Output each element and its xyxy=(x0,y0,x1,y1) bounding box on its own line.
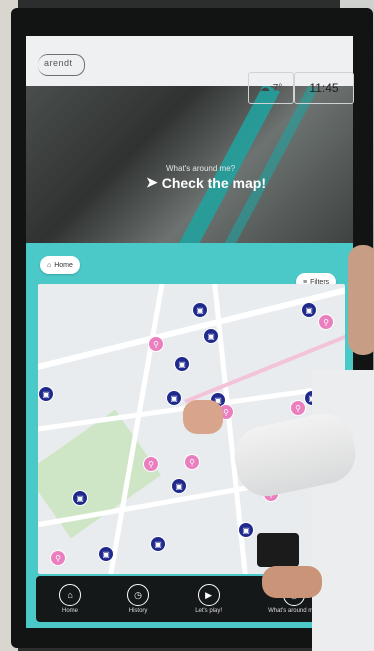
home-icon: ⌂ xyxy=(47,261,52,269)
map-marker-bus[interactable]: ▣ xyxy=(38,386,54,402)
holding-hand xyxy=(262,566,322,598)
cloud-icon: ☁ xyxy=(259,82,270,94)
nav-history[interactable]: ◷ History xyxy=(127,584,150,614)
history-icon: ◷ xyxy=(127,584,150,606)
map-marker-bus[interactable]: ▣ xyxy=(192,302,208,318)
logo-text: arendt xyxy=(44,58,73,68)
map-marker-bike[interactable]: ⚲ xyxy=(50,550,66,566)
map-marker-bike[interactable]: ⚲ xyxy=(184,454,200,470)
hero-question: What's around me? xyxy=(166,164,236,173)
temperature: 7° xyxy=(272,82,283,94)
nav-home[interactable]: ⌂ Home xyxy=(59,584,82,614)
map-marker-bus[interactable]: ▣ xyxy=(98,546,114,562)
map-marker-bus[interactable]: ▣ xyxy=(166,390,182,406)
home-icon: ⌂ xyxy=(59,584,82,606)
nav-history-label: History xyxy=(128,608,148,614)
hero-banner[interactable]: What's around me? ➤ Check the map! xyxy=(26,86,353,251)
map-road xyxy=(38,284,345,374)
map-marker-bus[interactable]: ▣ xyxy=(72,490,88,506)
home-map-label: Home xyxy=(54,261,73,269)
map-marker-bike[interactable]: ⚲ xyxy=(143,456,159,472)
home-map-button[interactable]: ⌂ Home xyxy=(40,256,80,274)
pointing-hand xyxy=(183,400,223,434)
play-icon: ▶ xyxy=(197,584,220,606)
coffee-mug xyxy=(257,533,299,567)
hero-cta[interactable]: ➤ Check the map! xyxy=(146,174,266,191)
nav-lets-play-label: Let's play! xyxy=(195,608,223,614)
person-torso xyxy=(312,370,374,651)
map-marker-bus[interactable]: ▣ xyxy=(174,356,190,372)
map-marker-bike[interactable]: ⚲ xyxy=(290,400,306,416)
map-marker-bus[interactable]: ▣ xyxy=(150,536,166,552)
map-marker-bike[interactable]: ⚲ xyxy=(318,314,334,330)
hero-cta-label: Check the map! xyxy=(161,174,266,191)
nav-lets-play[interactable]: ▶ Let's play! xyxy=(195,584,222,614)
nav-home-label: Home xyxy=(62,608,79,614)
clock: 11:45 xyxy=(294,72,354,104)
location-icon: ➤ xyxy=(146,174,158,190)
map-marker-bus[interactable]: ▣ xyxy=(203,328,219,344)
arendt-logo: arendt xyxy=(38,54,85,76)
map-marker-bus[interactable]: ▣ xyxy=(301,302,317,318)
map-marker-bike[interactable]: ⚲ xyxy=(148,336,164,352)
person-head xyxy=(348,245,374,355)
weather-widget: ☁ 7° xyxy=(248,72,294,104)
map-marker-bus[interactable]: ▣ xyxy=(238,522,254,538)
map-marker-bus[interactable]: ▣ xyxy=(171,478,187,494)
